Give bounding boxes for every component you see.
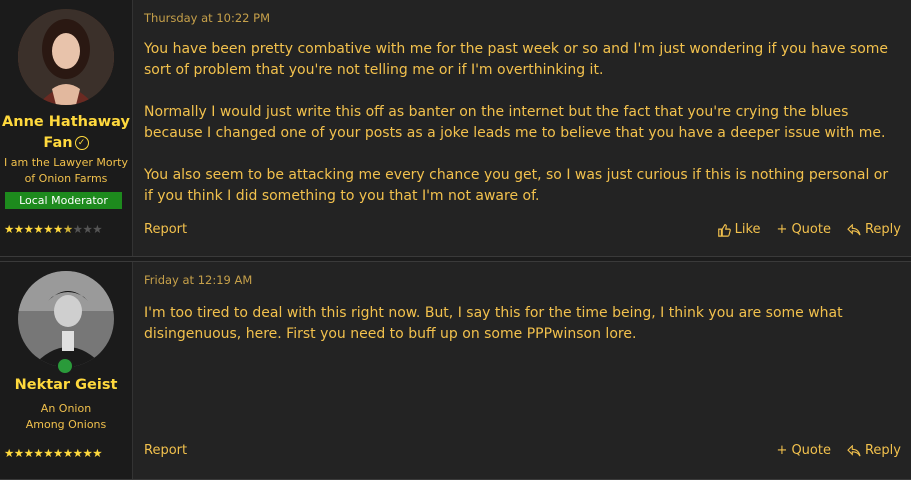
reply-label[interactable]: Reply xyxy=(865,441,901,461)
star-icon: ★★★★★★ xyxy=(4,222,63,236)
avatar-image xyxy=(18,9,114,105)
quote-label[interactable]: Quote xyxy=(791,441,831,461)
check-circle-icon: ✓ xyxy=(74,136,89,150)
user-title: An Onion Among Onions xyxy=(25,402,107,431)
thumbs-up-icon xyxy=(717,224,731,237)
post-main: Friday at 12:19 AM I'm too tired to deal… xyxy=(133,262,911,479)
like-label[interactable]: Like xyxy=(735,220,761,240)
avatar[interactable] xyxy=(18,9,114,105)
moderator-badge: Local Moderator xyxy=(5,192,122,209)
reply-button[interactable]: Reply xyxy=(847,220,901,240)
post: Anne Hathaway Fan ✓ I am the Lawyer Morty… xyxy=(0,0,911,257)
reply-button[interactable]: Reply xyxy=(847,441,901,461)
user-panel: Anne Hathaway Fan ✓ I am the Lawyer Morty… xyxy=(0,0,133,256)
reply-arrow-icon xyxy=(847,445,861,457)
online-status-icon xyxy=(56,357,74,375)
post-main: Thursday at 10:22 PM You have been prett… xyxy=(133,0,911,256)
user-title: I am the Lawyer Morty of Onion Farms xyxy=(4,156,128,185)
post: Nektar Geist An Onion Among Onions ★★★★★… xyxy=(0,261,911,480)
post-footer: Report Like + Quote Reply xyxy=(144,220,901,240)
user-panel: Nektar Geist An Onion Among Onions ★★★★★… xyxy=(0,262,133,479)
reply-arrow-icon xyxy=(847,224,861,236)
like-button[interactable]: Like xyxy=(717,220,761,240)
quote-button[interactable]: + Quote xyxy=(777,220,831,240)
avatar[interactable] xyxy=(18,271,114,367)
plus-icon: + xyxy=(776,443,788,458)
star-rating: ★★★★★★★★★★ xyxy=(4,222,103,236)
empty-star-icon: ★★★ xyxy=(72,222,103,236)
quote-label[interactable]: Quote xyxy=(791,220,831,240)
post-paragraph: I'm too tired to deal with this right no… xyxy=(144,305,843,342)
post-date[interactable]: Thursday at 10:22 PM xyxy=(144,11,270,25)
post-paragraph: Normally I would just write this off as … xyxy=(144,104,886,141)
post-body: You have been pretty combative with me f… xyxy=(144,39,896,228)
plus-icon: + xyxy=(776,222,788,237)
post-date[interactable]: Friday at 12:19 AM xyxy=(144,273,252,287)
star-rating: ★★★★★★★★★★ xyxy=(4,446,103,460)
username[interactable]: Anne Hathaway Fan ✓ xyxy=(0,112,132,154)
report-link[interactable]: Report xyxy=(144,441,187,461)
username-text[interactable]: Anne Hathaway Fan xyxy=(2,114,130,151)
post-body: I'm too tired to deal with this right no… xyxy=(144,303,896,366)
quote-button[interactable]: + Quote xyxy=(777,441,831,461)
post-actions: Like + Quote Reply xyxy=(717,220,901,240)
half-star-icon: ★ xyxy=(62,222,73,236)
star-icon: ★★★★★★★★★★ xyxy=(4,446,103,460)
post-paragraph: You also seem to be attacking me every c… xyxy=(144,167,889,204)
post-actions: + Quote Reply xyxy=(777,441,901,461)
username[interactable]: Nektar Geist xyxy=(0,375,132,396)
report-link[interactable]: Report xyxy=(144,220,187,240)
post-paragraph: You have been pretty combative with me f… xyxy=(144,41,889,78)
reply-label[interactable]: Reply xyxy=(865,220,901,240)
post-footer: Report + Quote Reply xyxy=(144,441,901,461)
avatar-image xyxy=(18,271,114,367)
